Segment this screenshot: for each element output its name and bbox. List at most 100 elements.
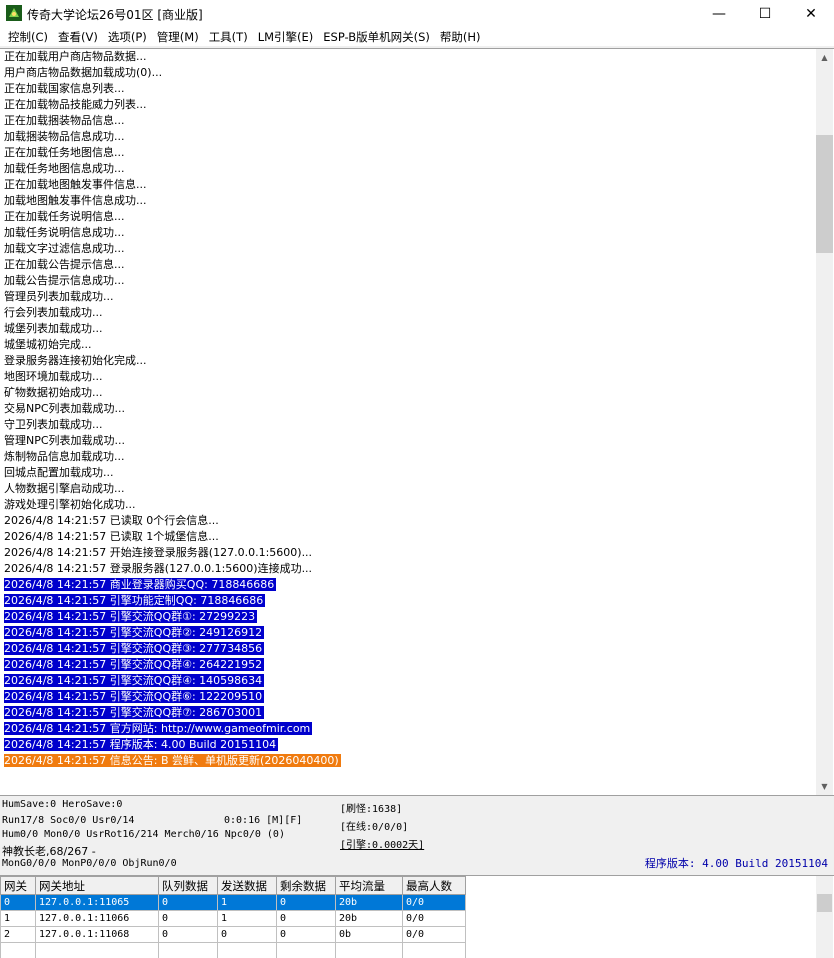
grid-scrollbar[interactable] <box>816 876 833 958</box>
log-line-text: 2026/4/8 14:21:57 引擎交流QQ群⑥: 122209510 <box>4 690 265 703</box>
column-header[interactable]: 剩余数据 <box>276 876 336 895</box>
log-line-text: 2026/4/8 14:21:57 官方网站: http://www.gameo… <box>4 722 313 735</box>
table-cell: 0 <box>276 910 336 927</box>
log-line: 2026/4/8 14:21:57 已读取 1个城堡信息... <box>0 529 816 545</box>
log-line: 正在加载物品技能威力列表... <box>0 97 816 113</box>
app-icon <box>6 5 22 21</box>
gateway-grid: 网关 网关地址 队列数据 发送数据 剩余数据 平均流量 最高人数 0 127.0.0.1:11… <box>0 875 834 958</box>
log-line-text: 加载文字过滤信息成功... <box>4 242 125 255</box>
program-version: 程序版本: 4.00 Build 20151104 <box>644 857 828 870</box>
log-line-text: 正在加载国家信息列表... <box>4 82 125 95</box>
log-line-text: 2026/4/8 14:21:57 引擎交流QQ群④: 140598634 <box>4 674 265 687</box>
table-cell: 1 <box>217 910 277 927</box>
table-cell: 0 <box>158 926 218 943</box>
log-line: 游戏处理引擎初始化成功... <box>0 497 816 513</box>
menu-control[interactable]: 控制(C) <box>0 28 53 46</box>
column-header[interactable]: 平均流量 <box>335 876 403 895</box>
log-line-text: 2026/4/8 14:21:57 已读取 1个城堡信息... <box>4 530 219 543</box>
log-line: 2026/4/8 14:21:57 引擎交流QQ群④: 140598634 <box>0 673 816 689</box>
window-title: 传奇大学论坛26号01区 [商业版] <box>27 8 203 22</box>
log-line: 2026/4/8 14:21:57 引擎交流QQ群②: 249126912 <box>0 625 816 641</box>
close-button[interactable]: ✕ <box>788 0 834 28</box>
log-scrollbar[interactable]: ▲ ▼ <box>816 49 833 795</box>
log-line-text: 正在加载物品技能威力列表... <box>4 98 147 111</box>
table-cell: 0/0 <box>402 910 466 927</box>
log-line: 2026/4/8 14:21:57 登录服务器(127.0.0.1:5600)连… <box>0 561 816 577</box>
table-row[interactable]: 2 127.0.0.1:11068 0 0 0 0b 0/0 <box>0 926 466 943</box>
menu-options[interactable]: 选项(P) <box>103 28 152 46</box>
log-line-text: 地图环境加载成功... <box>4 370 103 383</box>
status-run: Run17/8 Soc0/0 Usr0/14 <box>2 815 135 826</box>
log-line: 人物数据引擎启动成功... <box>0 481 816 497</box>
log-line-text: 城堡列表加载成功... <box>4 322 103 335</box>
log-line-text: 加载公告提示信息成功... <box>4 274 125 287</box>
log-line: 登录服务器连接初始化完成... <box>0 353 816 369</box>
column-header[interactable]: 网关地址 <box>35 876 159 895</box>
scroll-down-icon[interactable]: ▼ <box>816 778 833 795</box>
table-cell: 0 <box>158 894 218 911</box>
log-line-text: 加载任务说明信息成功... <box>4 226 125 239</box>
log-line-text: 2026/4/8 14:21:57 引擎交流QQ群⑦: 286703001 <box>4 706 265 719</box>
log-line-text: 正在加载任务地图信息... <box>4 146 125 159</box>
grid-scrollbar-thumb[interactable] <box>817 894 832 912</box>
online-count: [在线:0/0/0] <box>340 822 409 833</box>
log-output[interactable]: 正在加载用户商店物品数据... 用户商店物品数据加载成功(0)... 正在加载国家信… <box>0 49 816 795</box>
log-scrollbar-thumb[interactable] <box>816 135 833 253</box>
log-panel: 正在加载用户商店物品数据... 用户商店物品数据加载成功(0)... 正在加载国家信… <box>0 48 834 796</box>
scroll-up-icon[interactable]: ▲ <box>816 49 833 66</box>
log-line: 正在加载国家信息列表... <box>0 81 816 97</box>
log-line: 矿物数据初始成功... <box>0 385 816 401</box>
table-cell: 127.0.0.1:11065 <box>35 894 159 911</box>
log-line-text: 正在加载地图触发事件信息... <box>4 178 147 191</box>
gateway-table: 网关 网关地址 队列数据 发送数据 剩余数据 平均流量 最高人数 0 127.0.0.1:11… <box>0 876 466 958</box>
log-line: 加载任务说明信息成功... <box>0 225 816 241</box>
menu-lm-engine[interactable]: LM引擎(E) <box>253 28 319 46</box>
menu-help[interactable]: 帮助(H) <box>435 28 486 46</box>
log-line-text: 管理NPC列表加载成功... <box>4 434 126 447</box>
menu-manage[interactable]: 管理(M) <box>152 28 204 46</box>
table-cell <box>335 942 403 958</box>
status-hum: Hum0/0 Mon0/0 UsrRot16/214 Merch0/16 Npc… <box>2 829 285 840</box>
table-row-empty <box>0 942 466 958</box>
status-monster: 神教长老,68/267 - <box>2 845 96 858</box>
table-cell <box>158 942 218 958</box>
log-line: 城堡列表加载成功... <box>0 321 816 337</box>
log-line: 正在加载任务说明信息... <box>0 209 816 225</box>
table-row[interactable]: 1 127.0.0.1:11066 0 1 0 20b 0/0 <box>0 910 466 927</box>
maximize-button[interactable]: ☐ <box>742 0 788 28</box>
table-cell <box>35 942 159 958</box>
table-cell: 0/0 <box>402 894 466 911</box>
log-line: 2026/4/8 14:21:57 已读取 0个行会信息... <box>0 513 816 529</box>
table-row[interactable]: 0 127.0.0.1:11065 0 1 0 20b 0/0 <box>0 894 466 911</box>
table-cell: 0 <box>276 926 336 943</box>
table-cell <box>217 942 277 958</box>
minimize-button[interactable]: — <box>696 0 742 28</box>
log-line-text: 游戏处理引擎初始化成功... <box>4 498 136 511</box>
log-line: 正在加载地图触发事件信息... <box>0 177 816 193</box>
column-header[interactable]: 队列数据 <box>158 876 218 895</box>
log-line: 地图环境加载成功... <box>0 369 816 385</box>
log-line: 2026/4/8 14:21:57 官方网站: http://www.gameo… <box>0 721 816 737</box>
menu-tools[interactable]: 工具(T) <box>204 28 253 46</box>
table-cell: 20b <box>335 910 403 927</box>
log-line: 炼制物品信息加载成功... <box>0 449 816 465</box>
log-line-text: 守卫列表加载成功... <box>4 418 103 431</box>
column-header[interactable]: 最高人数 <box>402 876 466 895</box>
table-cell: 20b <box>335 894 403 911</box>
log-line-text: 2026/4/8 14:21:57 登录服务器(127.0.0.1:5600)连… <box>4 562 313 575</box>
log-line-text: 加载任务地图信息成功... <box>4 162 125 175</box>
log-line: 正在加载公告提示信息... <box>0 257 816 273</box>
log-line: 2026/4/8 14:21:57 商业登录器购买QQ: 718846686 <box>0 577 816 593</box>
log-line: 管理NPC列表加载成功... <box>0 433 816 449</box>
menu-espb-gateway[interactable]: ESP-B版单机网关(S) <box>318 28 435 46</box>
log-line: 2026/4/8 14:21:57 程序版本: 4.00 Build 20151… <box>0 737 816 753</box>
menu-view[interactable]: 查看(V) <box>53 28 103 46</box>
table-cell: 1 <box>0 910 36 927</box>
log-line-text: 2026/4/8 14:21:57 引擎交流QQ群④: 264221952 <box>4 658 265 671</box>
table-cell: 0b <box>335 926 403 943</box>
log-line: 加载文字过滤信息成功... <box>0 241 816 257</box>
log-line-text: 城堡城初始完成... <box>4 338 92 351</box>
log-line: 加载地图触发事件信息成功... <box>0 193 816 209</box>
column-header[interactable]: 网关 <box>0 876 36 895</box>
column-header[interactable]: 发送数据 <box>217 876 277 895</box>
